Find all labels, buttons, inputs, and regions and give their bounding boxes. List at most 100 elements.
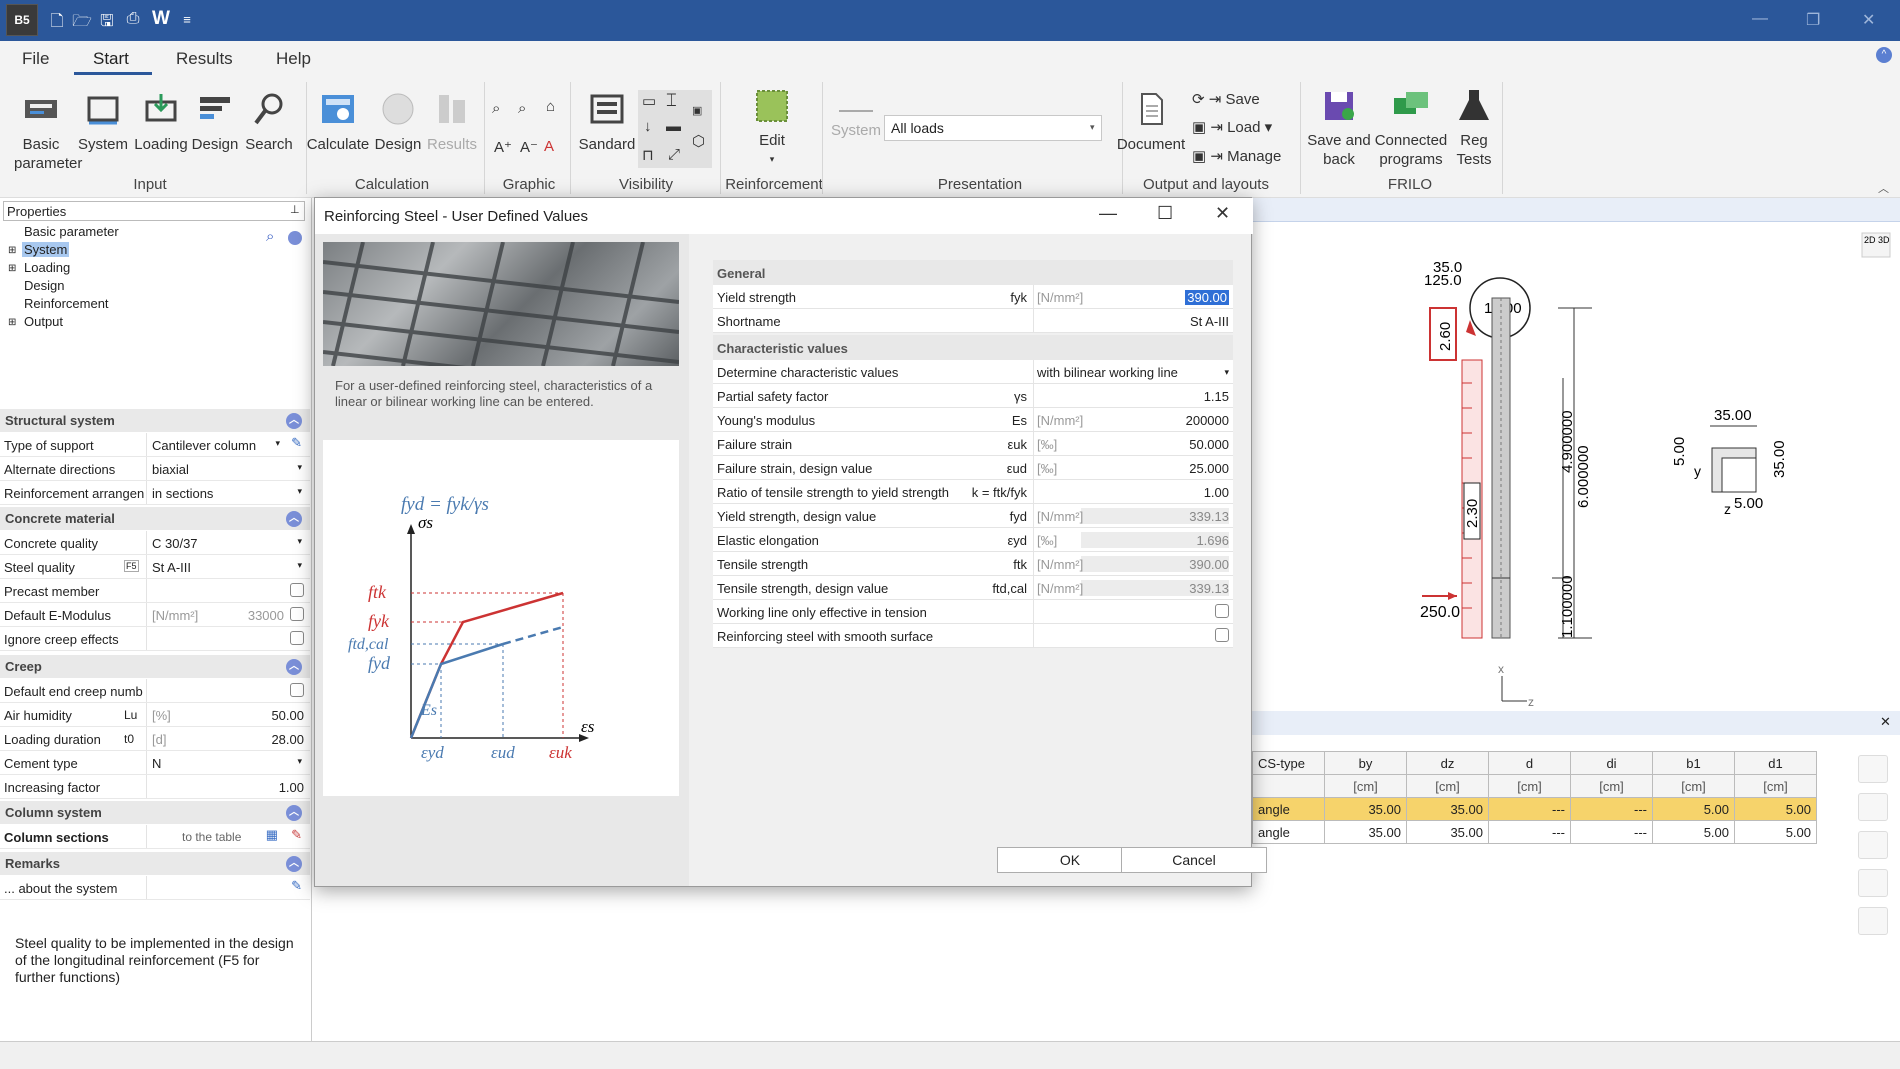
- expand-icon[interactable]: ⊞: [8, 263, 16, 274]
- load-layout-button[interactable]: ▣ ⇥ Load ▾: [1192, 118, 1272, 136]
- results-button[interactable]: Results: [424, 92, 480, 154]
- delete-row-tool-icon[interactable]: [1858, 869, 1888, 897]
- section-concrete-material[interactable]: Concrete material ︿: [0, 507, 310, 530]
- tree-basic-parameter[interactable]: Basic parameter: [24, 224, 119, 239]
- manage-layout-button[interactable]: ▣ ⇥ Manage: [1192, 147, 1281, 165]
- open-folder-icon[interactable]: 🗁: [71, 10, 93, 37]
- customize-icon[interactable]: ≡: [176, 12, 198, 27]
- expand-icon[interactable]: ⊞: [8, 317, 16, 328]
- section-column-system[interactable]: Column system ︿: [0, 801, 310, 824]
- design-button[interactable]: Design: [188, 92, 242, 154]
- edit-row-tool-icon[interactable]: [1858, 755, 1888, 783]
- collapse-icon[interactable]: ︿: [286, 413, 302, 429]
- new-file-icon[interactable]: 🗋: [46, 10, 68, 37]
- insert-row-tool-icon[interactable]: [1858, 831, 1888, 859]
- loading-duration-input[interactable]: [d] 28.00: [146, 727, 310, 750]
- help-icon[interactable]: ^: [1876, 47, 1892, 63]
- tree-design[interactable]: Design: [24, 278, 64, 293]
- filter-icon[interactable]: [288, 231, 302, 245]
- connected-programs-button[interactable]: Connected programs: [1372, 88, 1450, 169]
- column-visibility-icon[interactable]: ⌶: [666, 90, 677, 111]
- edit-table-icon[interactable]: ✎: [291, 827, 302, 843]
- save-layout-button[interactable]: ⟳ ⇥ Save: [1192, 90, 1260, 108]
- table-row[interactable]: angle 35.00 35.00 --- --- 5.00 5.00: [1252, 820, 1817, 844]
- close-icon[interactable]: ✕: [1862, 10, 1875, 30]
- edit-icon[interactable]: ✎: [291, 435, 302, 451]
- type-of-support-select[interactable]: Cantilever column ▾ ✎: [146, 433, 310, 456]
- app-icon[interactable]: B5: [6, 4, 38, 36]
- graphic-view[interactable]: 2D 3D 35.0 125.0 12.00 2.60 2.30 250.0 4…: [1252, 198, 1900, 709]
- tree-output[interactable]: Output: [24, 314, 63, 329]
- pin-icon[interactable]: ⊥: [290, 203, 300, 216]
- dialog-maximize-icon[interactable]: ☐: [1157, 203, 1173, 224]
- font-larger-icon[interactable]: A⁺: [494, 138, 512, 156]
- search-button[interactable]: Search: [242, 92, 296, 154]
- tension-only-checkbox[interactable]: [1215, 604, 1229, 618]
- basic-parameter-button[interactable]: Basic parameter: [14, 92, 82, 173]
- loads-select[interactable]: All loads: [884, 115, 1102, 141]
- collapse-icon[interactable]: ︿: [286, 511, 302, 527]
- add-row-tool-icon[interactable]: [1858, 793, 1888, 821]
- minimize-icon[interactable]: —: [1752, 10, 1768, 28]
- tree-system[interactable]: System: [22, 242, 70, 257]
- precast-checkbox[interactable]: [290, 583, 304, 597]
- steel-quality-select[interactable]: St A-III ▾: [146, 555, 310, 578]
- tree-reinforcement[interactable]: Reinforcement: [24, 296, 109, 311]
- close-panel-icon[interactable]: ✕: [1880, 714, 1891, 730]
- visibility-standard-button[interactable]: Sandard: [576, 92, 638, 154]
- expand-icon[interactable]: ⊞: [8, 245, 16, 256]
- f5-key-icon[interactable]: F5: [124, 560, 139, 572]
- loading-button[interactable]: Loading: [134, 92, 188, 154]
- section-creep[interactable]: Creep ︿: [0, 655, 310, 678]
- tab-results[interactable]: Results: [176, 49, 233, 69]
- dialog-close-icon[interactable]: ✕: [1215, 203, 1230, 224]
- beam-visibility-icon[interactable]: ▭: [642, 92, 656, 110]
- tree-loading[interactable]: Loading: [24, 260, 70, 275]
- edit-icon[interactable]: ✎: [291, 878, 302, 894]
- smooth-surface-checkbox[interactable]: [1215, 628, 1229, 642]
- collapse-ribbon-icon[interactable]: ︿: [1878, 180, 1889, 196]
- save-icon[interactable]: 🖫: [96, 10, 118, 37]
- 3d-visibility-icon[interactable]: ⬡: [692, 132, 705, 150]
- home-icon[interactable]: ⌂: [546, 98, 555, 115]
- concrete-quality-select[interactable]: C 30/37 ▾: [146, 531, 310, 554]
- restore-icon[interactable]: ❐: [1806, 10, 1820, 30]
- collapse-icon[interactable]: ︿: [286, 856, 302, 872]
- air-humidity-input[interactable]: [%] 50.00: [146, 703, 310, 726]
- font-color-icon[interactable]: A: [544, 138, 554, 155]
- search-icon[interactable]: ⌕: [266, 228, 274, 245]
- calculate-button[interactable]: Calculate: [306, 92, 370, 154]
- increasing-factor-input[interactable]: 1.00: [146, 775, 310, 798]
- table-icon[interactable]: ▦: [266, 827, 278, 843]
- reinforcement-edit-button[interactable]: Edit ▾: [740, 88, 804, 169]
- zoom-in-icon[interactable]: ⌕: [492, 100, 500, 117]
- support-visibility-icon[interactable]: ⊓: [642, 146, 654, 164]
- collapse-icon[interactable]: ︿: [286, 659, 302, 675]
- dialog-minimize-icon[interactable]: —: [1099, 203, 1117, 224]
- tab-help[interactable]: Help: [276, 49, 311, 69]
- reg-tests-button[interactable]: Reg Tests: [1446, 88, 1502, 169]
- section-structural-system[interactable]: Structural system ︿: [0, 409, 310, 432]
- system-presentation-button[interactable]: System: [828, 102, 884, 140]
- system-button[interactable]: System: [76, 92, 130, 154]
- label-visibility-icon[interactable]: ▣: [692, 104, 702, 117]
- cement-type-select[interactable]: N ▾: [146, 751, 310, 774]
- ignore-creep-checkbox[interactable]: [290, 631, 304, 645]
- save-and-back-button[interactable]: Save and back: [1304, 88, 1374, 169]
- calc-design-button[interactable]: Design: [370, 92, 426, 154]
- tab-file[interactable]: File: [22, 49, 49, 69]
- alternate-directions-select[interactable]: biaxial ▾: [146, 457, 310, 480]
- tab-start[interactable]: Start: [93, 49, 129, 69]
- axis-visibility-icon[interactable]: ⤢: [668, 146, 680, 163]
- table-row[interactable]: angle 35.00 35.00 --- --- 5.00 5.00: [1252, 797, 1817, 821]
- font-smaller-icon[interactable]: A⁻: [520, 138, 538, 156]
- word-icon[interactable]: W: [150, 8, 172, 30]
- table-tool-icon[interactable]: [1858, 907, 1888, 935]
- reinforcement-arrangement-select[interactable]: in sections ▾: [146, 481, 310, 504]
- default-end-creep-checkbox[interactable]: [290, 683, 304, 697]
- document-button[interactable]: Document: [1116, 92, 1186, 154]
- zoom-out-icon[interactable]: ⌕: [518, 100, 526, 117]
- remarks-input[interactable]: ✎: [146, 876, 310, 899]
- section-remarks[interactable]: Remarks ︿: [0, 852, 310, 875]
- dimension-visibility-icon[interactable]: ▬: [666, 118, 681, 135]
